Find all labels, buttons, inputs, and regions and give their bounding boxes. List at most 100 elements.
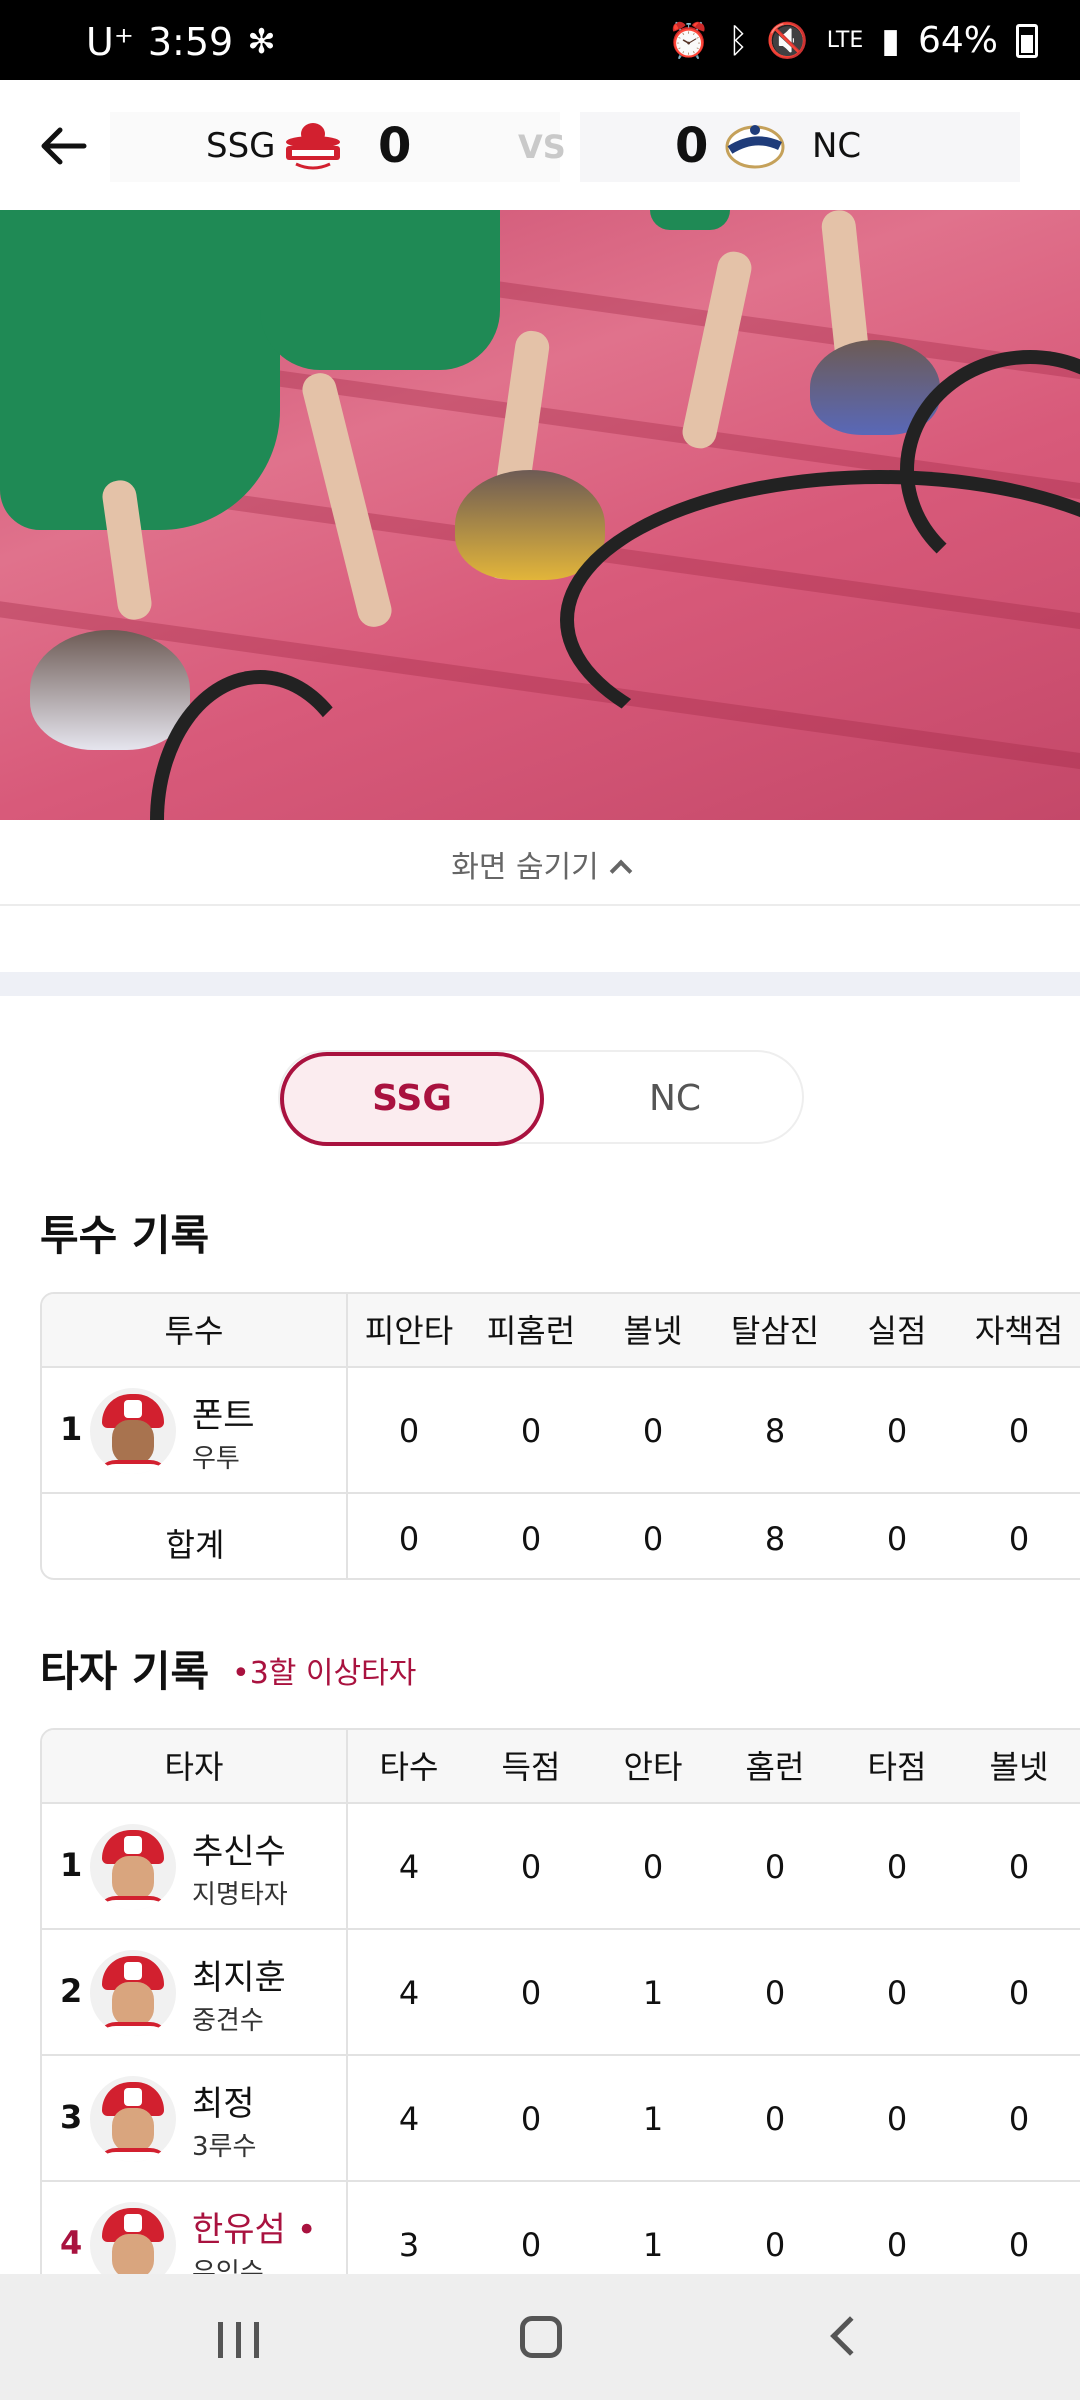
avatar: [90, 1824, 176, 1910]
signal-icon: ▮: [881, 20, 900, 61]
stat-cell: 0: [642, 1848, 664, 1886]
avatar: [90, 1388, 176, 1474]
batting-section-title: 타자 기록: [40, 1647, 210, 1696]
table-row[interactable]: 3 최정 3루수 4 0 1 0 0 0: [42, 2056, 1080, 2182]
arrow-left-icon: [41, 127, 87, 165]
clock: 3:59: [147, 20, 234, 64]
batting-order: 2: [60, 1972, 83, 2010]
batting-order: 1: [60, 1846, 83, 1884]
team-tab-ssg[interactable]: SSG: [280, 1052, 544, 1146]
stat-cell: 0: [520, 1974, 542, 2012]
stat-cell: 0: [1008, 1412, 1030, 1450]
header-runs: 실점: [867, 1312, 927, 1350]
header-hits-allowed: 피안타: [364, 1312, 454, 1350]
bluetooth-icon: ᛒ: [727, 20, 749, 61]
total-row: 합계 0 0 0 8 0 0: [42, 1494, 1080, 1578]
stat-cell: 8: [764, 1412, 786, 1450]
player-name: 최지훈: [192, 1958, 286, 1998]
player-name: 추신수: [192, 1832, 286, 1872]
avatar: [90, 1950, 176, 2036]
pitching-section-title: 투수 기록: [40, 1211, 210, 1260]
home-team-name: NC: [812, 126, 862, 166]
section-divider: [0, 972, 1080, 996]
fan-icon: ✻: [247, 22, 276, 62]
home-button[interactable]: [520, 2316, 562, 2358]
stat-cell: 8: [764, 1520, 786, 1558]
stat-cell: 0: [1008, 1848, 1030, 1886]
status-bar: U⁺ 3:59 ✻ ⏰ ᛒ 🔇 LTE ▮ 64%: [0, 0, 1080, 80]
stat-cell: 0: [764, 1974, 786, 2012]
header-earned-runs: 자책점: [974, 1312, 1064, 1350]
battery-percent: 64%: [917, 20, 998, 61]
stat-cell: 0: [520, 1412, 542, 1450]
player-position: 지명타자: [192, 1880, 288, 1910]
table-row[interactable]: 1 폰트 우투 0 0 0 8 0 0: [42, 1368, 1080, 1494]
player-name: 폰트: [192, 1396, 255, 1436]
player-name: 최정: [192, 2084, 255, 2124]
video-player[interactable]: [0, 210, 1080, 820]
batting-order: 4: [60, 2224, 83, 2262]
table-row[interactable]: 2 최지훈 중견수 4 0 1 0 0 0: [42, 1930, 1080, 2056]
stat-cell: 0: [520, 2100, 542, 2138]
stat-cell: 0: [520, 2226, 542, 2264]
landers-logo-icon: [284, 120, 342, 174]
pitching-table: 투수 피안타 피홈런 볼넷 탈삼진 실점 자책점 1 폰트 우투 0 0 0 8…: [40, 1292, 1080, 1580]
header-rbi: 타점: [867, 1748, 927, 1786]
header-at-bats: 타수: [379, 1748, 439, 1786]
pitching-table-header: 투수 피안타 피홈런 볼넷 탈삼진 실점 자책점: [42, 1294, 1080, 1368]
header-walks: 볼넷: [623, 1312, 683, 1350]
player-position: 중견수: [192, 2006, 264, 2036]
team-toggle: SSG NC: [278, 1050, 806, 1146]
stat-cell: 1: [642, 2226, 664, 2264]
stat-cell: 1: [642, 2100, 664, 2138]
header-pitcher: 투수: [42, 1294, 348, 1368]
stat-cell: 0: [1008, 2226, 1030, 2264]
stat-cell: 4: [398, 1974, 420, 2012]
header-home-runs: 홈런: [745, 1748, 805, 1786]
header-walks: 볼넷: [989, 1748, 1049, 1786]
away-team-score: 0: [378, 118, 412, 174]
alarm-icon: ⏰: [667, 20, 710, 61]
network-type: LTE: [826, 27, 864, 53]
scoreboard: SSG 0 VS 0 NC: [110, 112, 1020, 182]
stat-cell: 0: [642, 1412, 664, 1450]
home-team-score: 0: [675, 118, 709, 174]
stat-cell: 0: [886, 1412, 908, 1450]
stat-cell: 1: [642, 1974, 664, 2012]
stat-cell: 0: [642, 1520, 664, 1558]
header-batter: 타자: [42, 1730, 348, 1804]
battery-icon: [1016, 23, 1038, 58]
stat-cell: 0: [886, 1974, 908, 2012]
stat-cell: 0: [886, 1848, 908, 1886]
team-tab-nc[interactable]: NC: [544, 1052, 806, 1146]
hide-screen-label: 화면 숨기기: [451, 850, 599, 885]
vs-label: VS: [518, 128, 566, 166]
stat-cell: 0: [886, 1520, 908, 1558]
recent-apps-button[interactable]: [218, 2322, 262, 2358]
header-runs: 득점: [501, 1748, 561, 1786]
home-team-panel: [580, 112, 1020, 182]
chevron-up-icon: [609, 859, 633, 883]
stat-cell: 0: [764, 2226, 786, 2264]
stat-cell: 0: [764, 1848, 786, 1886]
system-back-button[interactable]: [830, 2316, 870, 2356]
batting-table-header: 타자 타수 득점 안타 홈런 타점 볼넷: [42, 1730, 1080, 1804]
stat-cell: 4: [398, 1848, 420, 1886]
stat-cell: 0: [886, 2100, 908, 2138]
stat-cell: 0: [520, 1520, 542, 1558]
back-button[interactable]: [36, 116, 96, 176]
batting-order: 1: [60, 1410, 83, 1448]
stat-cell: 0: [1008, 1520, 1030, 1558]
table-row[interactable]: 1 추신수 지명타자 4 0 0 0 0 0: [42, 1804, 1080, 1930]
stat-cell: 0: [1008, 2100, 1030, 2138]
stat-cell: 0: [1008, 1974, 1030, 2012]
stat-cell: 4: [398, 2100, 420, 2138]
header-hr-allowed: 피홈런: [486, 1312, 576, 1350]
stat-cell: 0: [520, 1848, 542, 1886]
hide-screen-toggle[interactable]: 화면 숨기기: [0, 820, 1080, 906]
stat-cell: 3: [398, 2226, 420, 2264]
header-hits: 안타: [623, 1748, 683, 1786]
system-nav-bar: [0, 2274, 1080, 2400]
player-position: 우투: [192, 1444, 240, 1474]
batting-table: 타자 타수 득점 안타 홈런 타점 볼넷 1 추신수 지명타자 4 0 0 0 …: [40, 1728, 1080, 2328]
